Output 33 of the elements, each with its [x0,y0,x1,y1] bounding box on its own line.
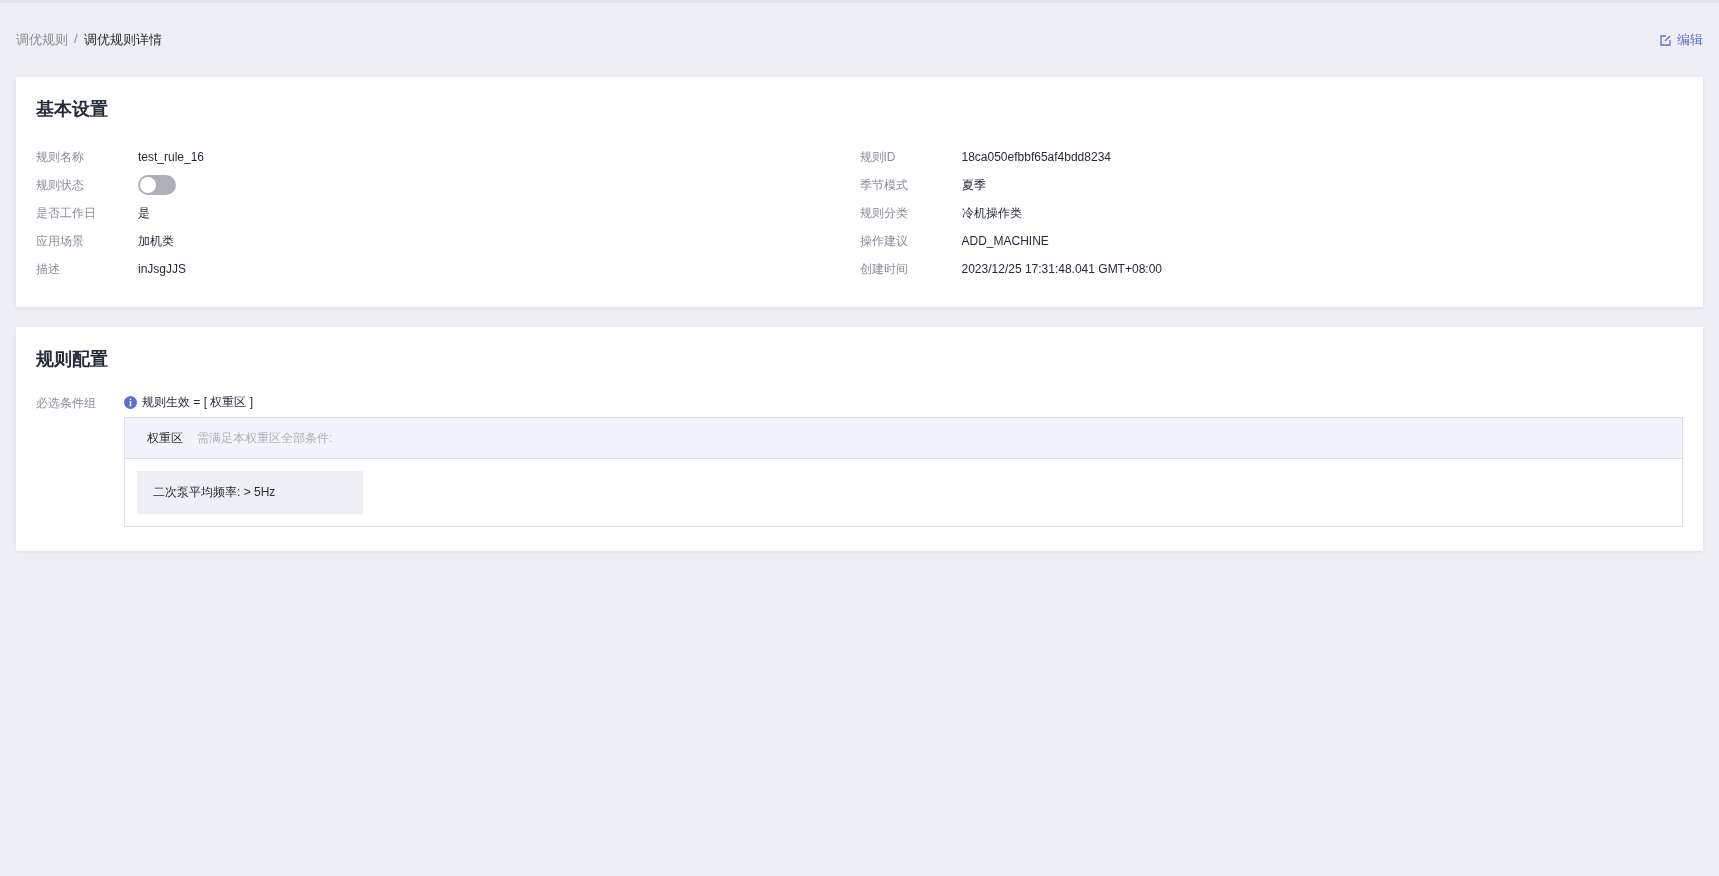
field-label: 是否工作日 [36,204,97,222]
field-value: 18ca050efbbf65af4bdd8234 [961,150,1111,164]
field-label: 描述 [36,260,61,278]
breadcrumb-link[interactable]: 调优规则 [16,31,68,49]
zone-name: 权重区 [147,429,183,447]
field-value: 是 [138,204,150,222]
field-value: 冷机操作类 [961,204,1022,222]
zone-hint: 需满足本权重区全部条件: [197,429,333,447]
field-label: 创建时间 [859,260,909,278]
edit-icon [1660,34,1671,46]
formula-text: 规则生效 = [ 权重区 ] [142,393,253,411]
field-label: 规则ID [859,148,897,166]
section-title: 基本设置 [36,98,109,121]
field-value: inJsgJJS [138,262,187,276]
field-value: 夏季 [961,176,986,194]
field-label: 应用场景 [36,232,85,250]
field-value: ADD_MACHINE [961,234,1049,248]
field-label: 规则分类 [859,204,909,222]
info-icon [124,395,137,409]
field-value: test_rule_16 [138,150,205,164]
breadcrumb-separator: / [74,31,78,48]
field-label: 季节模式 [859,176,909,194]
section-title: 规则配置 [36,348,109,371]
breadcrumb-current: 调优规则详情 [83,31,162,49]
field-value: 加机类 [138,232,174,250]
field-label: 规则名称 [36,148,85,166]
field-label: 必选条件组 [36,395,97,412]
field-value: 2023/12/25 17:31:48.041 GMT+08:00 [961,262,1162,276]
edit-button[interactable]: 编辑 [1660,31,1703,49]
field-label: 操作建议 [859,232,909,250]
toggle-switch[interactable] [138,175,176,195]
condition-chip: 二次泵平均频率: > 5Hz [137,471,363,514]
field-label: 规则状态 [36,176,85,194]
